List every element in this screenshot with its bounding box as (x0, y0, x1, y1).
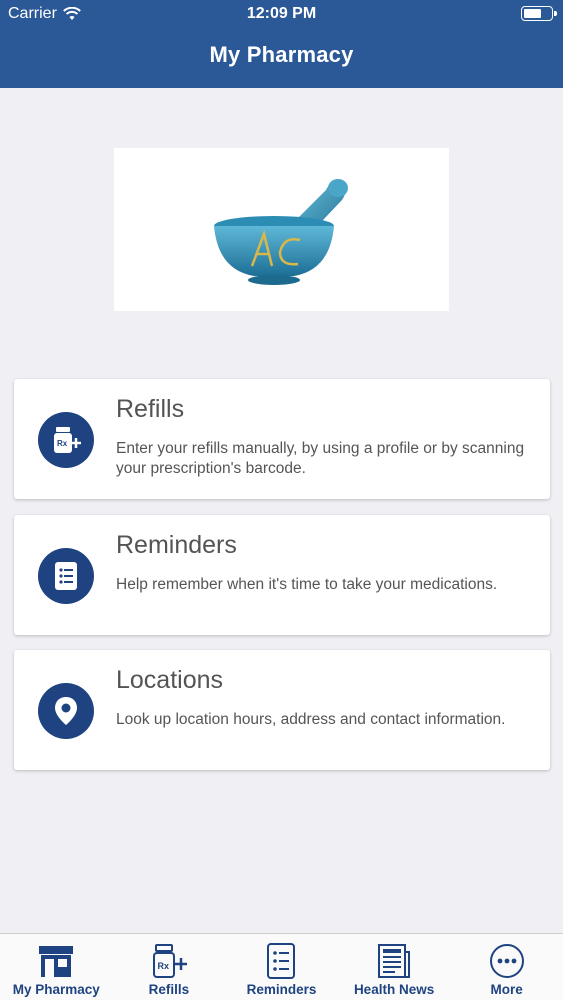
rx-bottle-icon: Rx (38, 412, 94, 468)
svg-text:Rx: Rx (57, 439, 68, 448)
status-bar: Carrier 12:09 PM (0, 0, 563, 30)
tab-more[interactable]: More (450, 934, 563, 1000)
card-title: Reminders (116, 531, 237, 559)
mortar-pestle-icon (214, 179, 348, 285)
card-description: Enter your refills manually, by using a … (116, 440, 525, 477)
tab-label: Reminders (246, 982, 317, 997)
list-icon (38, 548, 94, 604)
card-title: Refills (116, 395, 185, 423)
list-icon (267, 943, 296, 979)
card-title: Locations (116, 666, 224, 694)
refills-card[interactable]: Rx Refills Enter your refills manually, … (14, 379, 550, 499)
tab-refills[interactable]: Rx Refills (113, 934, 226, 1000)
tab-label: Health News (353, 982, 435, 997)
svg-text:Rx: Rx (157, 961, 169, 971)
pharmacy-logo (114, 148, 449, 311)
battery-icon (521, 6, 557, 21)
tab-health-news[interactable]: Health News (338, 934, 451, 1000)
rx-bottle-icon: Rx (152, 944, 187, 978)
tab-my-pharmacy[interactable]: My Pharmacy (0, 934, 113, 1000)
more-icon (489, 944, 524, 978)
header: Carrier 12:09 PM My Pharmacy (0, 0, 563, 88)
location-pin-icon (38, 683, 94, 739)
card-description: Look up location hours, address and cont… (116, 711, 506, 728)
card-description: Help remember when it's time to take you… (116, 576, 498, 593)
reminders-card[interactable]: Reminders Help remember when it's time t… (14, 515, 550, 635)
status-time: 12:09 PM (246, 5, 317, 22)
tab-label: Refills (148, 982, 190, 997)
locations-card[interactable]: Locations Look up location hours, addres… (14, 650, 550, 770)
tab-reminders[interactable]: Reminders (225, 934, 338, 1000)
tab-bar: My Pharmacy Rx Refills Reminders Health … (0, 933, 563, 1000)
news-icon (378, 944, 411, 978)
screen: Carrier 12:09 PM My Pharmacy Rx Refills … (0, 0, 563, 1000)
tab-label: My Pharmacy (12, 982, 100, 997)
page-title: My Pharmacy (209, 42, 354, 67)
store-icon (39, 946, 74, 977)
tab-label: More (490, 982, 523, 997)
